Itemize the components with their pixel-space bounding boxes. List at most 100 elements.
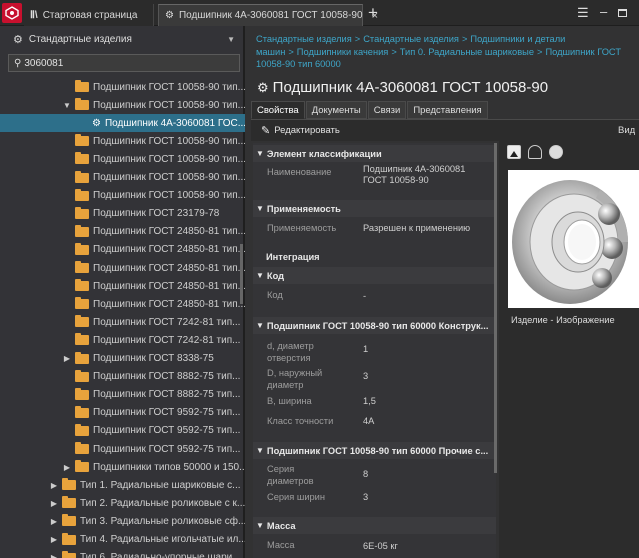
tree-item[interactable]: ▶ Подшипник ГОСТ 8338-75 [0,350,245,368]
section-applicability[interactable]: ▼ Применяемость [253,200,496,217]
folder-icon [62,550,76,558]
expand-right-icon[interactable]: ▶ [63,354,71,363]
tree-item[interactable]: ▼ Подшипник ГОСТ 10058-90 тип... [0,96,245,114]
property-tabs: Свойства Документы Связи Представления [251,101,488,119]
tree-item[interactable]: Подшипник ГОСТ 10058-90 тип... [0,78,245,96]
toolbar: ✎ Редактировать [251,119,639,141]
tree-item[interactable]: Подшипник ГОСТ 10058-90 тип... [0,187,245,205]
tab-documents[interactable]: Документы [305,101,367,119]
tree-scrollbar[interactable] [240,244,243,304]
tab-part-label: Подшипник 4А-3060081 ГОСТ 10058-90 [178,10,363,21]
section-other[interactable]: ▼ Подшипник ГОСТ 10058-90 тип 60000 Прочи… [253,442,496,459]
tree-item[interactable]: ▶ Тип 2. Радиальные роликовые с к... [0,494,245,512]
breadcrumb-separator: > [391,46,397,57]
model-view-icon[interactable] [528,145,542,159]
tree-item[interactable]: Подшипник ГОСТ 10058-90 тип... [0,169,245,187]
tree-item[interactable]: ▶ Тип 3. Радиальные роликовые сф... [0,512,245,530]
D-value: 3 [363,371,369,381]
tree-item[interactable]: Подшипник ГОСТ 9592-75 тип... [0,440,245,458]
search-input[interactable]: ⚲ 3060081 [8,54,240,72]
tree-item-label: Подшипник ГОСТ 10058-90 тип... [93,81,245,93]
folder-icon [75,134,89,147]
expand-down-icon[interactable]: ▼ [63,101,71,110]
render-view-icon[interactable] [549,145,563,159]
tab-links[interactable]: Связи [367,101,407,119]
tree-item[interactable]: Подшипник ГОСТ 24850-81 тип... [0,241,245,259]
tree-item[interactable]: Подшипник ГОСТ 8882-75 тип... [0,368,245,386]
folder-icon [75,98,89,111]
page-title: ⚙ Подшипник 4А-3060081 ГОСТ 10058-90 [257,79,548,96]
expand-right-icon[interactable]: ▶ [50,517,58,526]
folder-icon [75,315,89,328]
width-series-value: 3 [363,492,369,502]
hamburger-menu-icon[interactable]: ☰ [577,5,589,21]
chevron-down-icon[interactable]: ▼ [227,35,235,44]
tree-item[interactable]: Подшипник ГОСТ 7242-81 тип... [0,331,245,349]
pencil-icon: ✎ [261,125,271,137]
chevron-down-icon: ▼ [256,204,264,213]
tree-item-label: Тип 1. Радиальные шариковые с... [80,479,241,491]
breadcrumb-item[interactable]: Стандартные изделия [363,34,459,44]
section-integration: Интеграция [253,248,496,265]
expand-right-icon[interactable]: ▶ [50,535,58,544]
add-tab-icon[interactable]: + [368,3,378,23]
section-code[interactable]: ▼ Код [253,267,496,284]
properties-scrollbar[interactable] [494,143,497,473]
width-series-label: Серия ширин [267,492,326,502]
tree-item[interactable]: Подшипник ГОСТ 8882-75 тип... [0,386,245,404]
mass-value: 6E-05 кг [363,541,398,551]
applicability-label: Применяемость [267,223,337,233]
tab-start-label: Стартовая страница [42,9,138,21]
tree-item[interactable]: Подшипник ГОСТ 24850-81 тип... [0,223,245,241]
tree-item-label: Подшипник ГОСТ 23179-78 [93,208,220,220]
section-mass[interactable]: ▼ Масса [253,517,496,534]
tree-item[interactable]: Подшипник ГОСТ 23179-78 [0,205,245,223]
tree-item[interactable]: ▶ Подшипники типов 50000 и 150... [0,458,245,476]
tab-properties[interactable]: Свойства [251,101,305,119]
chevron-down-icon: ▼ [256,321,264,330]
applicability-value: Разрешен к применению [363,223,471,233]
tree-item[interactable]: Подшипник ГОСТ 24850-81 тип... [0,277,245,295]
tree-item[interactable]: Подшипник ГОСТ 9592-75 тип... [0,422,245,440]
view-menu[interactable]: Вид [618,125,635,136]
image-panel [499,141,639,558]
section-classification[interactable]: ▼ Элемент классификации [253,145,496,162]
tree-item[interactable]: Подшипник ГОСТ 10058-90 тип... [0,150,245,168]
tree-item[interactable]: Подшипник ГОСТ 24850-81 тип... [0,259,245,277]
B-label: B, ширина [267,396,312,406]
expand-right-icon[interactable]: ▶ [50,481,58,490]
app-logo-icon[interactable] [2,3,22,23]
tab-start-page[interactable]: Ⅱ\ Стартовая страница [24,4,154,26]
section-design[interactable]: ▼ Подшипник ГОСТ 10058-90 тип 60000 Конст… [253,317,496,334]
image-view-icon[interactable] [507,145,521,159]
catalog-selector[interactable]: ⚙ Стандартные изделия ▼ [0,26,245,52]
tree-item[interactable]: ▶ Тип 4. Радиальные игольчатые ил... [0,531,245,549]
tree-item[interactable]: Подшипник ГОСТ 7242-81 тип... [0,313,245,331]
tree-item[interactable]: Подшипник ГОСТ 9592-75 тип... [0,404,245,422]
tree-item[interactable]: ▶ Тип 1. Радиальные шариковые с... [0,476,245,494]
breadcrumb-item[interactable]: Тип 0. Радиальные шариковые [400,47,534,57]
maximize-icon[interactable] [618,9,627,17]
breadcrumb-item[interactable]: Подшипники качения [297,47,389,57]
tree-item-label: Подшипник ГОСТ 8882-75 тип... [93,371,241,383]
expand-right-icon[interactable]: ▶ [50,553,58,558]
breadcrumb-item[interactable]: Стандартные изделия [256,34,352,44]
section-other-label: Подшипник ГОСТ 10058-90 тип 60000 Прочие… [266,445,489,456]
folder-icon [62,478,76,491]
tree-item[interactable]: ▶ Тип 6. Радиально-упорные шари... [0,549,245,558]
section-applicability-label: Применяемость [266,203,341,214]
tab-representations[interactable]: Представления [407,101,488,119]
tree-item[interactable]: ⚙ Подшипник 4А-3060081 ГОС... [0,114,245,133]
books-icon: Ⅱ\ [30,9,38,21]
tree-item[interactable]: Подшипник ГОСТ 24850-81 тип... [0,295,245,313]
chevron-down-icon: ▼ [256,271,264,280]
folder-icon [75,423,89,436]
expand-right-icon[interactable]: ▶ [50,499,58,508]
breadcrumb: Стандартные изделия > Стандартные изделия >… [256,33,639,71]
expand-right-icon[interactable]: ▶ [63,463,71,472]
edit-button[interactable]: ✎ Редактировать [261,124,340,137]
minimize-icon[interactable]: – [600,4,607,19]
tree-item-label: Подшипник ГОСТ 24850-81 тип... [93,298,245,310]
tab-part-document[interactable]: ⚙ Подшипник 4А-3060081 ГОСТ 10058-90 × [158,4,378,26]
tree-item[interactable]: Подшипник ГОСТ 10058-90 тип... [0,132,245,150]
